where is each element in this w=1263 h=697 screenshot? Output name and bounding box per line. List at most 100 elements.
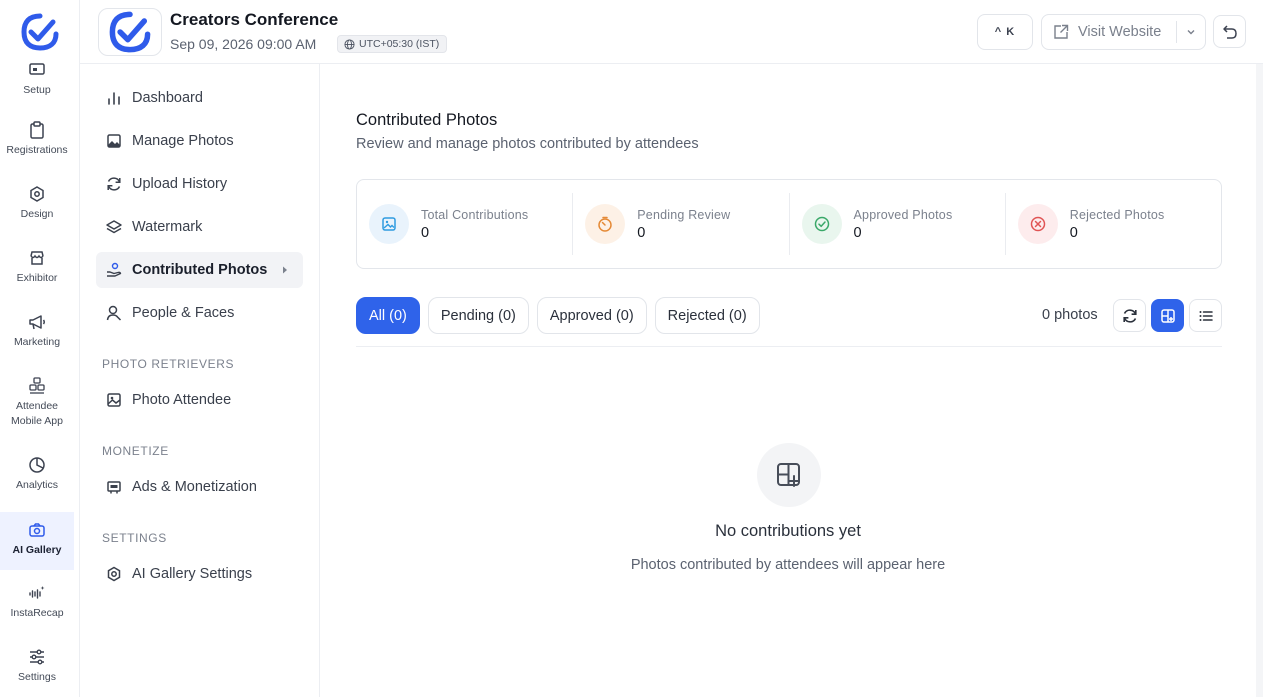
app-rail: Setup Registrations Design Exhibitor Mar… (0, 0, 80, 697)
rail-item-attendee-mobile-app[interactable]: Attendee Mobile App (0, 376, 74, 436)
stat-label: Approved Photos (853, 207, 953, 222)
page-subtitle: Review and manage photos contributed by … (356, 136, 699, 152)
undo-button[interactable] (1213, 15, 1246, 48)
event-title: Creators Conference (170, 10, 339, 29)
refresh-button[interactable] (1113, 299, 1146, 332)
stat-rejected-photos: Rejected Photos 0 (1004, 193, 1221, 255)
stat-approved-photos: Approved Photos 0 (788, 193, 1005, 255)
visit-website-button[interactable]: Visit Website (1042, 15, 1176, 49)
grid-view-button[interactable] (1151, 299, 1184, 332)
subnav-item-upload-history[interactable]: Upload History (96, 166, 303, 202)
layers-icon (105, 218, 123, 236)
rail-label: Exhibitor (16, 272, 58, 284)
tab-approved[interactable]: Approved (0) (536, 297, 647, 334)
subnav-item-dashboard[interactable]: Dashboard (96, 80, 303, 116)
chevron-down-icon (1186, 27, 1196, 37)
design-icon (27, 184, 47, 204)
store-icon (27, 248, 47, 268)
visit-website-button-group: Visit Website (1041, 14, 1206, 50)
rail-label: Setup (23, 84, 51, 96)
rail-item-analytics[interactable]: Analytics (0, 455, 74, 511)
rail-label: Settings (18, 671, 56, 683)
visit-website-dropdown[interactable] (1177, 27, 1205, 37)
timezone-badge: UTC+05:30 (IST) (337, 35, 448, 53)
rail-item-exhibitor[interactable]: Exhibitor (0, 248, 74, 304)
page-title: Contributed Photos (356, 111, 498, 129)
rail-item-design[interactable]: Design (0, 184, 74, 240)
subnav-item-photo-attendee[interactable]: Photo Attendee (96, 382, 303, 418)
rail-item-ai-gallery[interactable]: AI Gallery (0, 512, 74, 570)
stat-pending-review: Pending Review 0 (572, 193, 788, 255)
refresh-icon (105, 175, 123, 193)
rail-item-marketing[interactable]: Marketing (0, 312, 74, 368)
subnav-item-watermark[interactable]: Watermark (96, 209, 303, 245)
subnav-item-manage-photos[interactable]: Manage Photos (96, 123, 303, 159)
subnav-item-people-faces[interactable]: People & Faces (96, 295, 303, 331)
tab-pending[interactable]: Pending (0) (427, 297, 529, 334)
chevron-right-icon (281, 265, 289, 275)
x-circle-icon (1017, 204, 1058, 244)
mobile-app-icon (27, 376, 47, 396)
event-date: Sep 09, 2026 09:00 AM (170, 36, 317, 52)
stat-label: Rejected Photos (1069, 207, 1165, 222)
stat-value: 0 (637, 224, 646, 241)
clipboard-icon (27, 120, 47, 140)
sliders-icon (27, 647, 47, 667)
app-logo-icon[interactable] (20, 12, 60, 52)
gallery-subnav: Dashboard Manage Photos Upload History W… (80, 64, 320, 697)
scrollbar[interactable] (1256, 64, 1263, 697)
undo-icon (1221, 23, 1239, 41)
subnav-item-ai-gallery-settings[interactable]: AI Gallery Settings (96, 556, 303, 592)
megaphone-icon (27, 312, 47, 332)
sparkle-wave-icon (27, 583, 47, 603)
rail-label: Marketing (13, 336, 61, 348)
rail-label: AI Gallery (12, 544, 62, 556)
globe-icon (344, 38, 355, 50)
empty-state-subtitle: Photos contributed by attendees will app… (630, 557, 946, 573)
subnav-item-contributed-photos[interactable]: Contributed Photos (96, 252, 303, 288)
section-settings: SETTINGS (102, 531, 167, 545)
empty-state-title: No contributions yet (715, 522, 861, 540)
stats-card: Total Contributions 0 Pending Review 0 A… (356, 179, 1222, 269)
rail-label: Attendee Mobile App (11, 400, 63, 427)
image-icon (105, 132, 123, 150)
photo-count: 0 photos (1042, 307, 1098, 323)
stat-value: 0 (1069, 224, 1078, 241)
grid-plus-icon (1159, 307, 1177, 325)
rail-label: InstaRecap (10, 607, 64, 619)
timezone-text: UTC+05:30 (IST) (359, 38, 440, 50)
rail-item-instarecap[interactable]: InstaRecap (0, 583, 74, 639)
top-header: Creators Conference Sep 09, 2026 09:00 A… (80, 0, 1263, 64)
main-content: Contributed Photos Review and manage pho… (320, 64, 1256, 697)
image-outline-icon (105, 391, 123, 409)
filter-tabs: All (0) Pending (0) Approved (0) Rejecte… (356, 297, 760, 334)
rail-item-settings[interactable]: Settings (0, 647, 74, 697)
rail-item-setup[interactable]: Setup (0, 60, 74, 116)
stat-total-contributions: Total Contributions 0 (357, 193, 572, 255)
empty-gallery-icon (757, 443, 821, 507)
command-shortcut-button[interactable]: ^ K (977, 14, 1033, 50)
list-icon (1197, 307, 1215, 325)
external-link-icon (1052, 23, 1070, 41)
timer-icon (585, 204, 626, 244)
stat-label: Pending Review (637, 207, 731, 222)
rail-label: Registrations (6, 144, 68, 156)
gear-icon (105, 565, 123, 583)
rail-item-registrations[interactable]: Registrations (0, 120, 74, 176)
subnav-item-ads-monetization[interactable]: Ads & Monetization (96, 469, 303, 505)
rail-label: Analytics (15, 479, 58, 491)
tab-all[interactable]: All (0) (356, 297, 420, 334)
tab-rejected[interactable]: Rejected (0) (654, 297, 760, 334)
event-logo-icon (98, 8, 162, 56)
user-icon (105, 304, 123, 322)
stat-value: 0 (421, 224, 430, 241)
list-view-button[interactable] (1189, 299, 1222, 332)
photo-icon (369, 204, 409, 244)
bar-chart-icon (105, 89, 123, 107)
content-divider (356, 346, 1222, 347)
section-monetize: MONETIZE (102, 444, 169, 458)
section-photo-retrievers: PHOTO RETRIEVERS (102, 357, 235, 371)
stat-label: Total Contributions (421, 207, 529, 222)
check-circle-icon (801, 204, 842, 244)
rail-label: Design (20, 208, 54, 220)
